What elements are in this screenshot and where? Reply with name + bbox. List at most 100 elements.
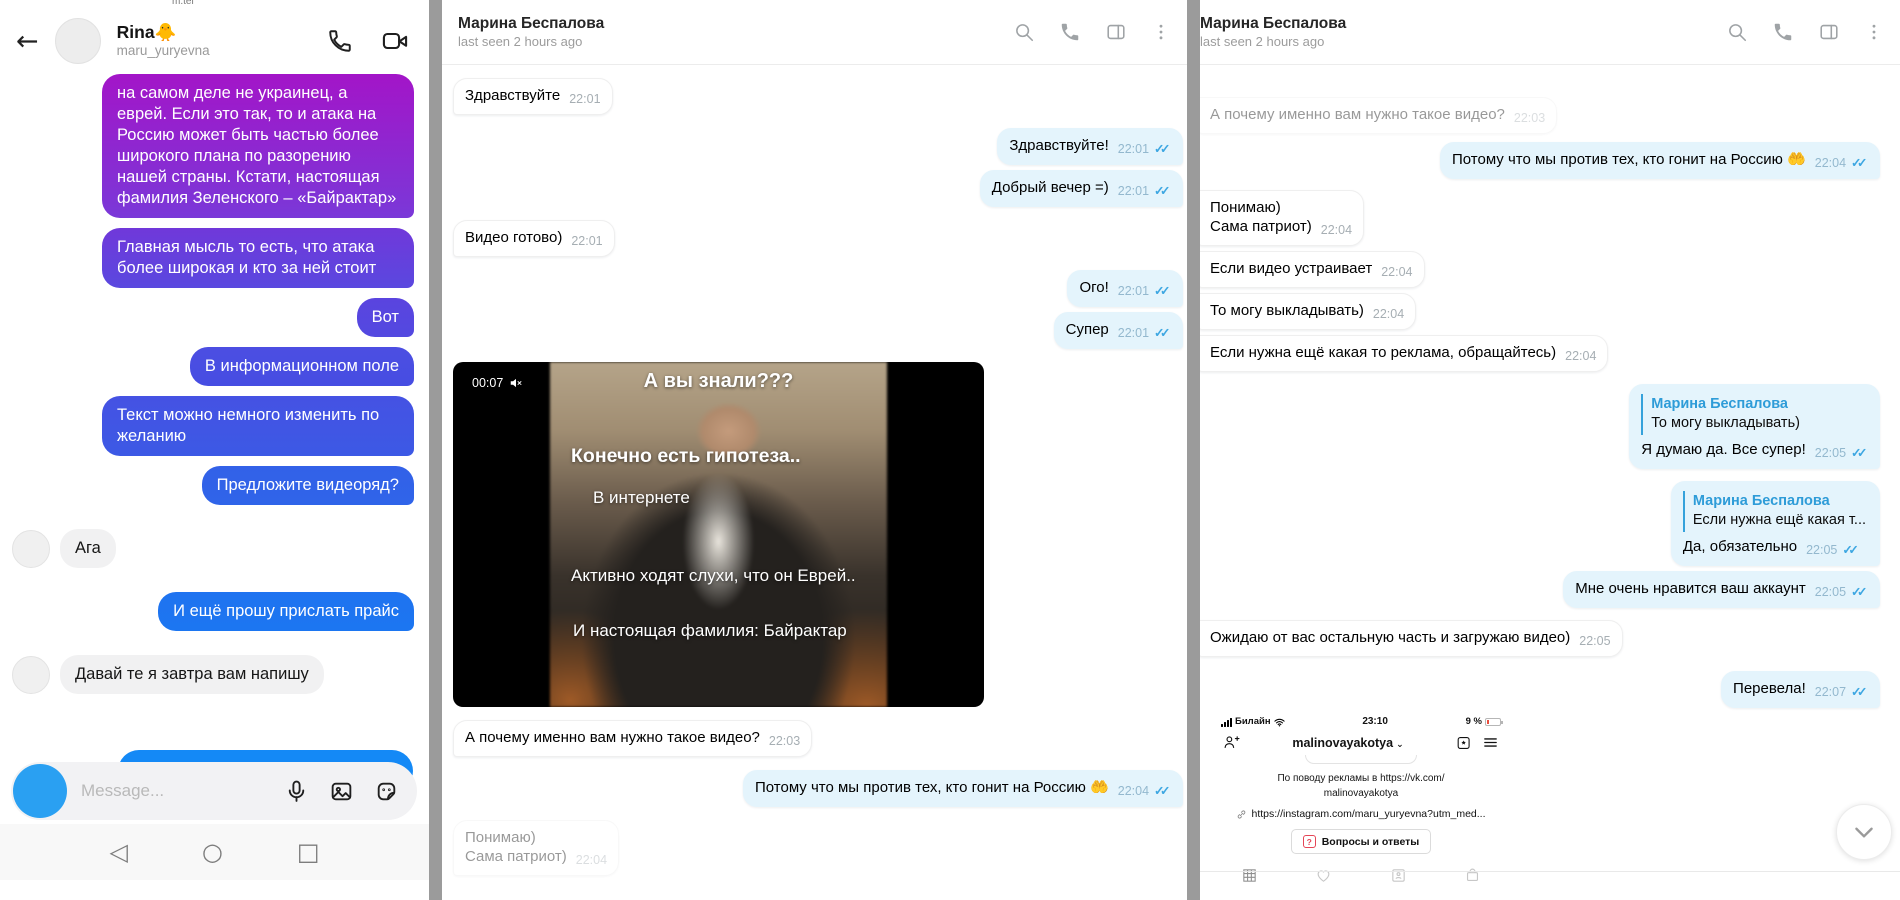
message-text: А почему именно вам нужно такое видео?	[465, 729, 760, 746]
message-bubble[interactable]: Перевела!22:07✓✓	[1721, 671, 1880, 708]
gallery-icon[interactable]	[329, 779, 354, 804]
microphone-icon[interactable]	[284, 779, 309, 804]
call-icon[interactable]	[1059, 21, 1081, 43]
profile-link-row: https://instagram.com/maru_yuryevna?utm_…	[1215, 808, 1507, 820]
desktop-chat-panel-1: Марина Беспалова last seen 2 hours ago З…	[442, 0, 1187, 900]
header-actions	[1726, 21, 1884, 43]
message-bubble[interactable]: Супер22:01✓✓	[1054, 312, 1183, 349]
message-row: В информационном поле	[12, 347, 414, 386]
message-bubble[interactable]: Вот	[357, 298, 414, 337]
message-text: Ага	[75, 539, 101, 557]
menu-kebab-icon[interactable]	[1151, 22, 1171, 42]
message-input-bar[interactable]: Message...	[11, 762, 417, 820]
search-icon[interactable]	[1726, 21, 1748, 43]
message-bubble[interactable]: Если нужна ещё какая то реклама, обращай…	[1200, 335, 1608, 372]
nav-home-button[interactable]: ○	[202, 840, 223, 864]
message-time: 22:05	[1806, 543, 1837, 557]
search-icon[interactable]	[1013, 21, 1035, 43]
peer-info[interactable]: Rina🐥 maru_yuryevna	[117, 22, 311, 59]
sidebar-toggle-icon[interactable]	[1105, 21, 1127, 43]
avatar[interactable]	[55, 18, 101, 64]
message-bubble[interactable]: Главная мысль то есть, что атака более ш…	[102, 228, 414, 288]
message-meta: 22:05✓✓	[1815, 583, 1868, 602]
message-meta: 22:04	[576, 851, 607, 870]
message-bubble[interactable]: Марина БеспаловаЕсли нужна ещё какая т..…	[1671, 481, 1880, 566]
message-bubble[interactable]: И ещё прошу прислать прайс	[158, 592, 414, 631]
peer-last-seen: last seen 2 hours ago	[458, 34, 1013, 50]
message-bubble[interactable]: Понимаю) Сама патриот) 22:04	[453, 820, 619, 876]
message-bubble[interactable]: Ожидаю от вас остальную часть и загружаю…	[1200, 620, 1623, 657]
message-bubble[interactable]: Марина БеспаловаТо могу выкладывать)Я ду…	[1629, 384, 1880, 469]
peer-info[interactable]: Марина Беспалова last seen 2 hours ago	[1200, 14, 1726, 51]
message-bubble[interactable]: Давай те я завтра вам напишу	[60, 655, 324, 694]
clipped-text-fragment: m.tel	[172, 0, 194, 7]
message-bubble[interactable]: Если видео устраивает22:04	[1200, 251, 1425, 288]
message-bubble[interactable]: Добрый вечер =)22:01✓✓	[980, 170, 1183, 207]
message-row: Добрый вечер =)22:01✓✓	[453, 170, 1183, 207]
message-bubble[interactable]: Здравствуйте!22:01✓✓	[997, 128, 1183, 165]
video-call-icon[interactable]	[381, 27, 409, 55]
nav-recents-button[interactable]: □	[297, 840, 320, 864]
header-actions	[327, 27, 409, 55]
message-bubble[interactable]: То могу выкладывать)22:04	[1200, 293, 1416, 330]
message-time: 22:05	[1579, 634, 1610, 648]
sidebar-toggle-icon[interactable]	[1818, 21, 1840, 43]
message-text: Предложите видеоряд?	[217, 476, 399, 494]
panel-divider	[1187, 0, 1200, 900]
avatar[interactable]	[12, 656, 50, 694]
back-arrow-icon[interactable]: ←	[16, 28, 39, 55]
avatar[interactable]	[12, 530, 50, 568]
android-nav-bar: ◁ ○ □	[0, 824, 429, 880]
message-bubble[interactable]: А почему именно вам нужно такое видео?22…	[1200, 97, 1557, 134]
call-icon[interactable]	[1772, 21, 1794, 43]
likes-tab-icon	[1315, 867, 1332, 884]
call-icon[interactable]	[327, 28, 353, 54]
message-bubble[interactable]: Ого!22:01✓✓	[1067, 270, 1183, 307]
message-row: Если видео устраивает22:04	[1200, 251, 1880, 288]
message-bubble[interactable]: Мне очень нравится ваш аккаунт22:05✓✓	[1563, 571, 1880, 608]
message-bubble[interactable]: Потому что мы против тех, кто гонит на Р…	[743, 770, 1183, 807]
message-text: Ожидаю от вас остальную часть и загружаю…	[1210, 629, 1570, 646]
chevron-down-icon	[1851, 819, 1877, 845]
message-time: 22:03	[769, 734, 800, 748]
message-bubble[interactable]: Видео готово)22:01	[453, 220, 615, 257]
message-row: Перевела!22:07✓✓	[1200, 671, 1880, 708]
message-input-placeholder[interactable]: Message...	[81, 781, 284, 801]
reply-quote[interactable]: Марина БеспаловаТо могу выкладывать)	[1641, 394, 1868, 435]
message-text: Если видео устраивает	[1210, 260, 1372, 277]
message-bubble[interactable]: Потому что мы против тех, кто гонит на Р…	[1440, 142, 1880, 179]
video-message[interactable]: 00:07 А вы знали??? Конечно есть гипотез…	[453, 362, 984, 707]
message-row: Потому что мы против тех, кто гонит на Р…	[1200, 142, 1880, 179]
menu-kebab-icon[interactable]	[1864, 22, 1884, 42]
message-time: 22:07	[1815, 685, 1846, 699]
reply-quote[interactable]: Марина БеспаловаЕсли нужна ещё какая т..…	[1683, 491, 1868, 532]
message-bubble[interactable]: А почему именно вам нужно такое видео? 22…	[453, 720, 812, 757]
message-bubble[interactable]: В информационном поле	[190, 347, 414, 386]
message-time: 22:01	[571, 234, 602, 248]
message-bubble[interactable]: на самом деле не украинец, а еврей. Если…	[102, 74, 414, 218]
video-overlay-text: Активно ходят слухи, что он Еврей..	[571, 566, 856, 586]
message-bubble[interactable]: Здравствуйте22:01	[453, 78, 613, 115]
send-circle-button[interactable]	[13, 764, 67, 818]
message-bubble[interactable]: Предложите видеоряд?	[202, 466, 414, 505]
message-row: Здравствуйте!22:01✓✓	[453, 128, 1183, 165]
video-message-row: 00:07 А вы знали??? Конечно есть гипотез…	[453, 362, 1183, 707]
message-time: 22:04	[576, 853, 607, 867]
message-bubble[interactable]: Понимаю) Сама патриот)22:04	[1200, 190, 1364, 246]
battery-icon	[1485, 718, 1501, 726]
phone-status-bar: Билайн 23:10 9 %	[1215, 714, 1507, 729]
input-area-divider	[1200, 871, 1900, 872]
peer-info[interactable]: Марина Беспалова last seen 2 hours ago	[458, 14, 1013, 51]
message-row: Давай те я завтра вам напишу	[12, 655, 414, 694]
sticker-icon[interactable]	[374, 779, 399, 804]
message-text: Понимаю) Сама патриот)	[465, 829, 567, 865]
message-row: А почему именно вам нужно такое видео? 22…	[453, 720, 1183, 757]
message-bubble[interactable]: Ага	[60, 529, 116, 568]
message-row: Текст можно немного изменить по желанию	[12, 396, 414, 456]
message-meta: 22:07✓✓	[1815, 683, 1868, 702]
instagram-profile-screenshot[interactable]: Билайн 23:10 9 % malinovayakotya⌄	[1215, 714, 1507, 884]
nav-back-button[interactable]: ◁	[109, 840, 127, 864]
message-bubble[interactable]: Текст можно немного изменить по желанию	[102, 396, 414, 456]
scroll-to-bottom-button[interactable]	[1836, 804, 1892, 860]
phone-clock: 23:10	[1362, 716, 1388, 727]
